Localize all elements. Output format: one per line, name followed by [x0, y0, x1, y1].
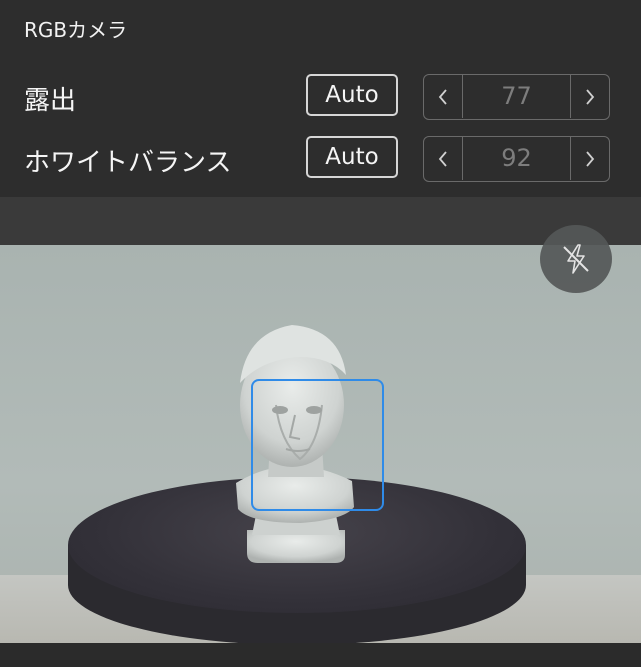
- exposure-increment-button[interactable]: [570, 75, 609, 118]
- rgb-camera-panel: RGBカメラ 露出 Auto 77 ホワイトバランス Auto 92: [0, 0, 641, 197]
- exposure-decrement-button[interactable]: [424, 75, 463, 118]
- chevron-left-icon: [438, 88, 447, 105]
- flash-toggle-button[interactable]: [540, 225, 612, 293]
- bottom-bar: [0, 643, 641, 667]
- white-balance-row: ホワイトバランス Auto 92: [0, 134, 641, 184]
- exposure-label: 露出: [24, 86, 77, 116]
- flash-off-icon: [563, 244, 589, 274]
- exposure-auto-button[interactable]: Auto: [306, 74, 398, 116]
- chevron-left-icon: [438, 150, 447, 167]
- exposure-stepper: 77: [423, 74, 610, 120]
- white-balance-decrement-button[interactable]: [424, 137, 463, 180]
- face-detection-box: [251, 379, 384, 511]
- white-balance-auto-button[interactable]: Auto: [306, 136, 398, 178]
- white-balance-increment-button[interactable]: [570, 137, 609, 180]
- white-balance-stepper: 92: [423, 136, 610, 182]
- panel-title: RGBカメラ: [24, 18, 128, 42]
- chevron-right-icon: [586, 88, 595, 105]
- exposure-value[interactable]: 77: [462, 75, 571, 118]
- toolbar-gap: [0, 197, 641, 245]
- exposure-row: 露出 Auto 77: [0, 72, 641, 122]
- white-balance-value[interactable]: 92: [462, 137, 571, 180]
- chevron-right-icon: [586, 150, 595, 167]
- white-balance-label: ホワイトバランス: [24, 148, 232, 178]
